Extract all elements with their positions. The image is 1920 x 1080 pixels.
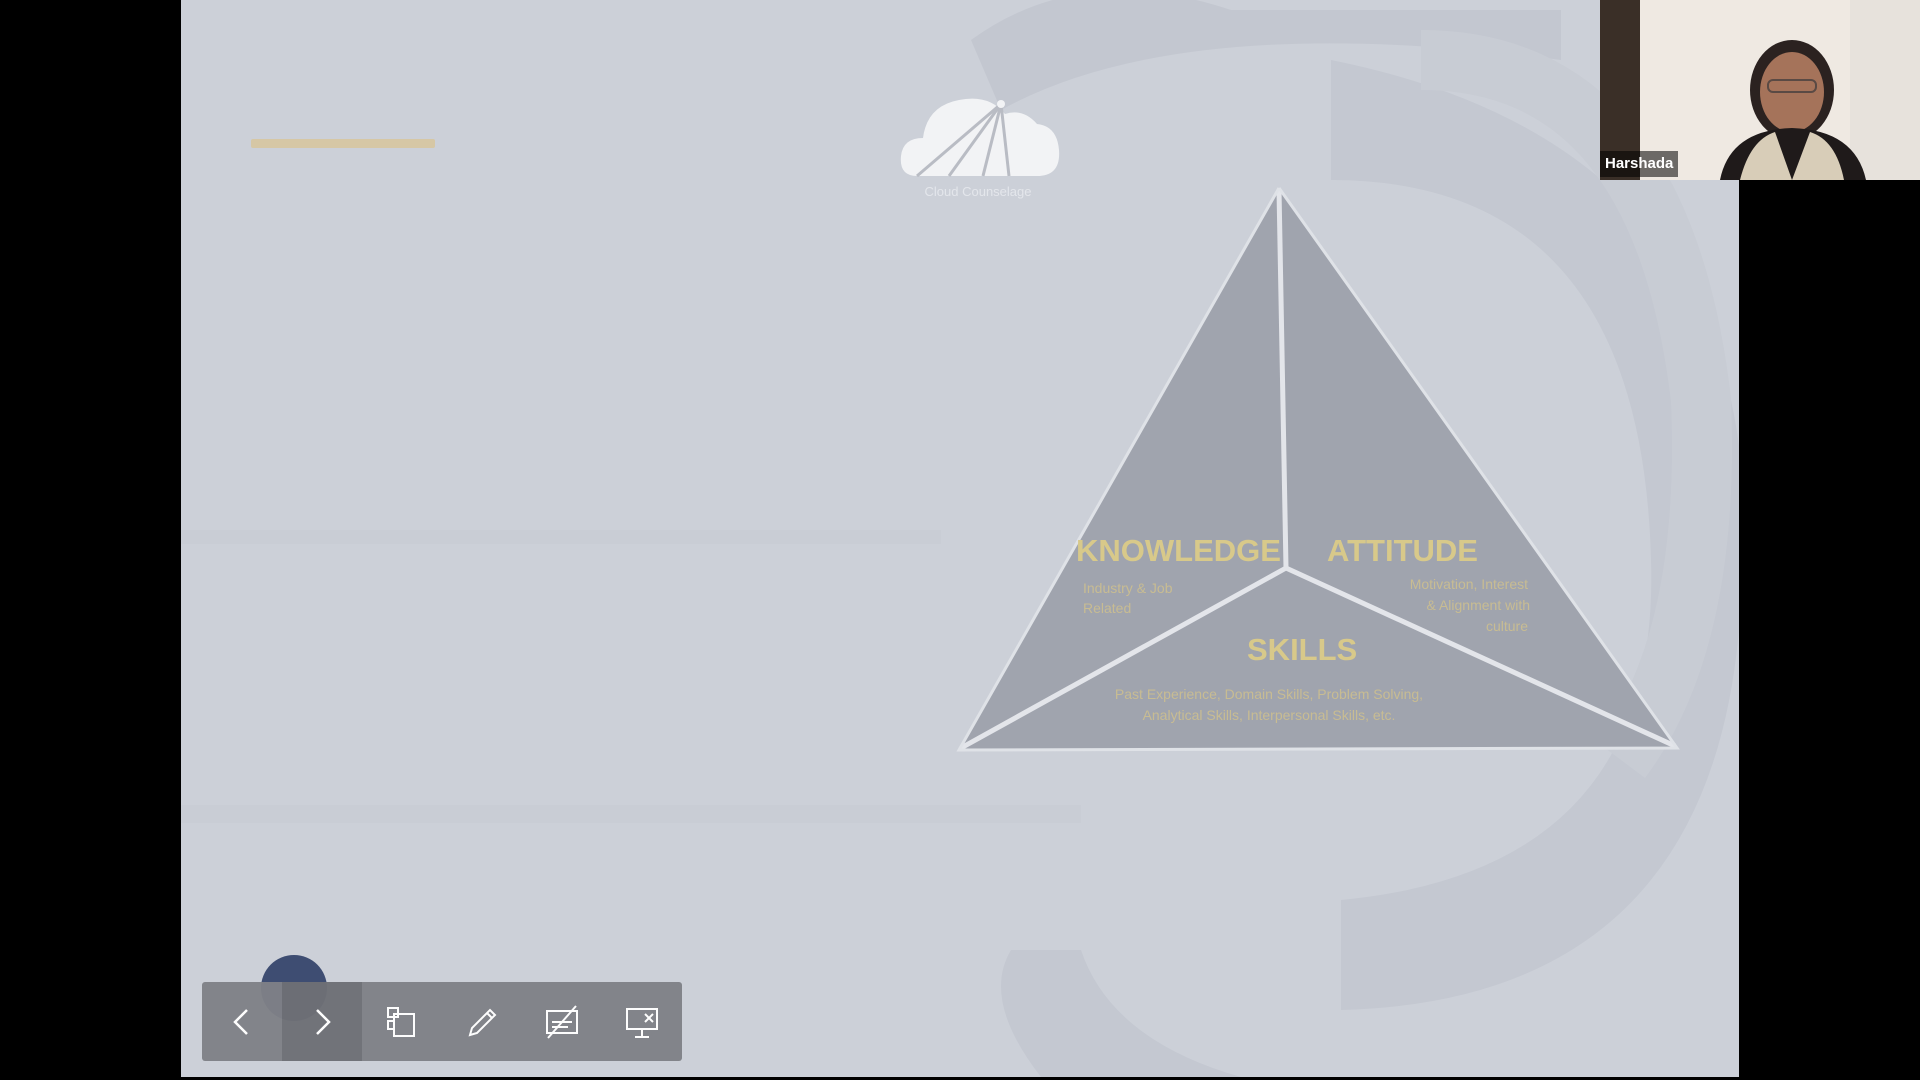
see-all-slides-button[interactable] — [362, 982, 442, 1061]
attitude-desc-1: Motivation, Interest — [1409, 576, 1528, 592]
next-slide-button[interactable] — [282, 982, 362, 1061]
skills-label: SKILLS — [1247, 632, 1358, 667]
chevron-left-icon — [233, 1008, 248, 1035]
participant-name-tag: Harshada — [1600, 151, 1679, 177]
knowledge-desc-1: Industry & Job — [1083, 580, 1173, 596]
end-presentation-button[interactable] — [602, 982, 682, 1061]
attitude-label: ATTITUDE — [1327, 533, 1478, 568]
title-accent-bar — [251, 139, 435, 148]
pen-icon — [468, 1008, 497, 1036]
chevron-right-icon — [316, 1008, 331, 1035]
slides-grid-icon — [387, 1006, 415, 1037]
skills-desc-2: Analytical Skills, Interpersonal Skills,… — [1142, 707, 1396, 723]
attitude-desc-2: & Alignment with — [1426, 597, 1531, 613]
previous-slide-button[interactable] — [202, 982, 282, 1061]
knowledge-label: KNOWLEDGE — [1076, 533, 1281, 568]
presenter-toolbar — [202, 982, 682, 1061]
screen-close-icon — [626, 1007, 658, 1038]
subtitles-button[interactable] — [522, 982, 602, 1061]
skills-desc-1: Past Experience, Domain Skills, Problem … — [1114, 686, 1424, 702]
pen-tool-button[interactable] — [442, 982, 522, 1061]
subtitles-off-icon — [546, 1004, 578, 1039]
participant-video-tile[interactable]: Harshada — [1600, 0, 1920, 180]
presentation-slide: Cloud Counselage KNOWLEDGE Industry & Jo… — [181, 0, 1739, 1077]
logo-text: Cloud Counselage — [924, 184, 1032, 199]
attitude-desc-3: culture — [1485, 618, 1528, 634]
knowledge-desc-2: Related — [1083, 600, 1132, 616]
